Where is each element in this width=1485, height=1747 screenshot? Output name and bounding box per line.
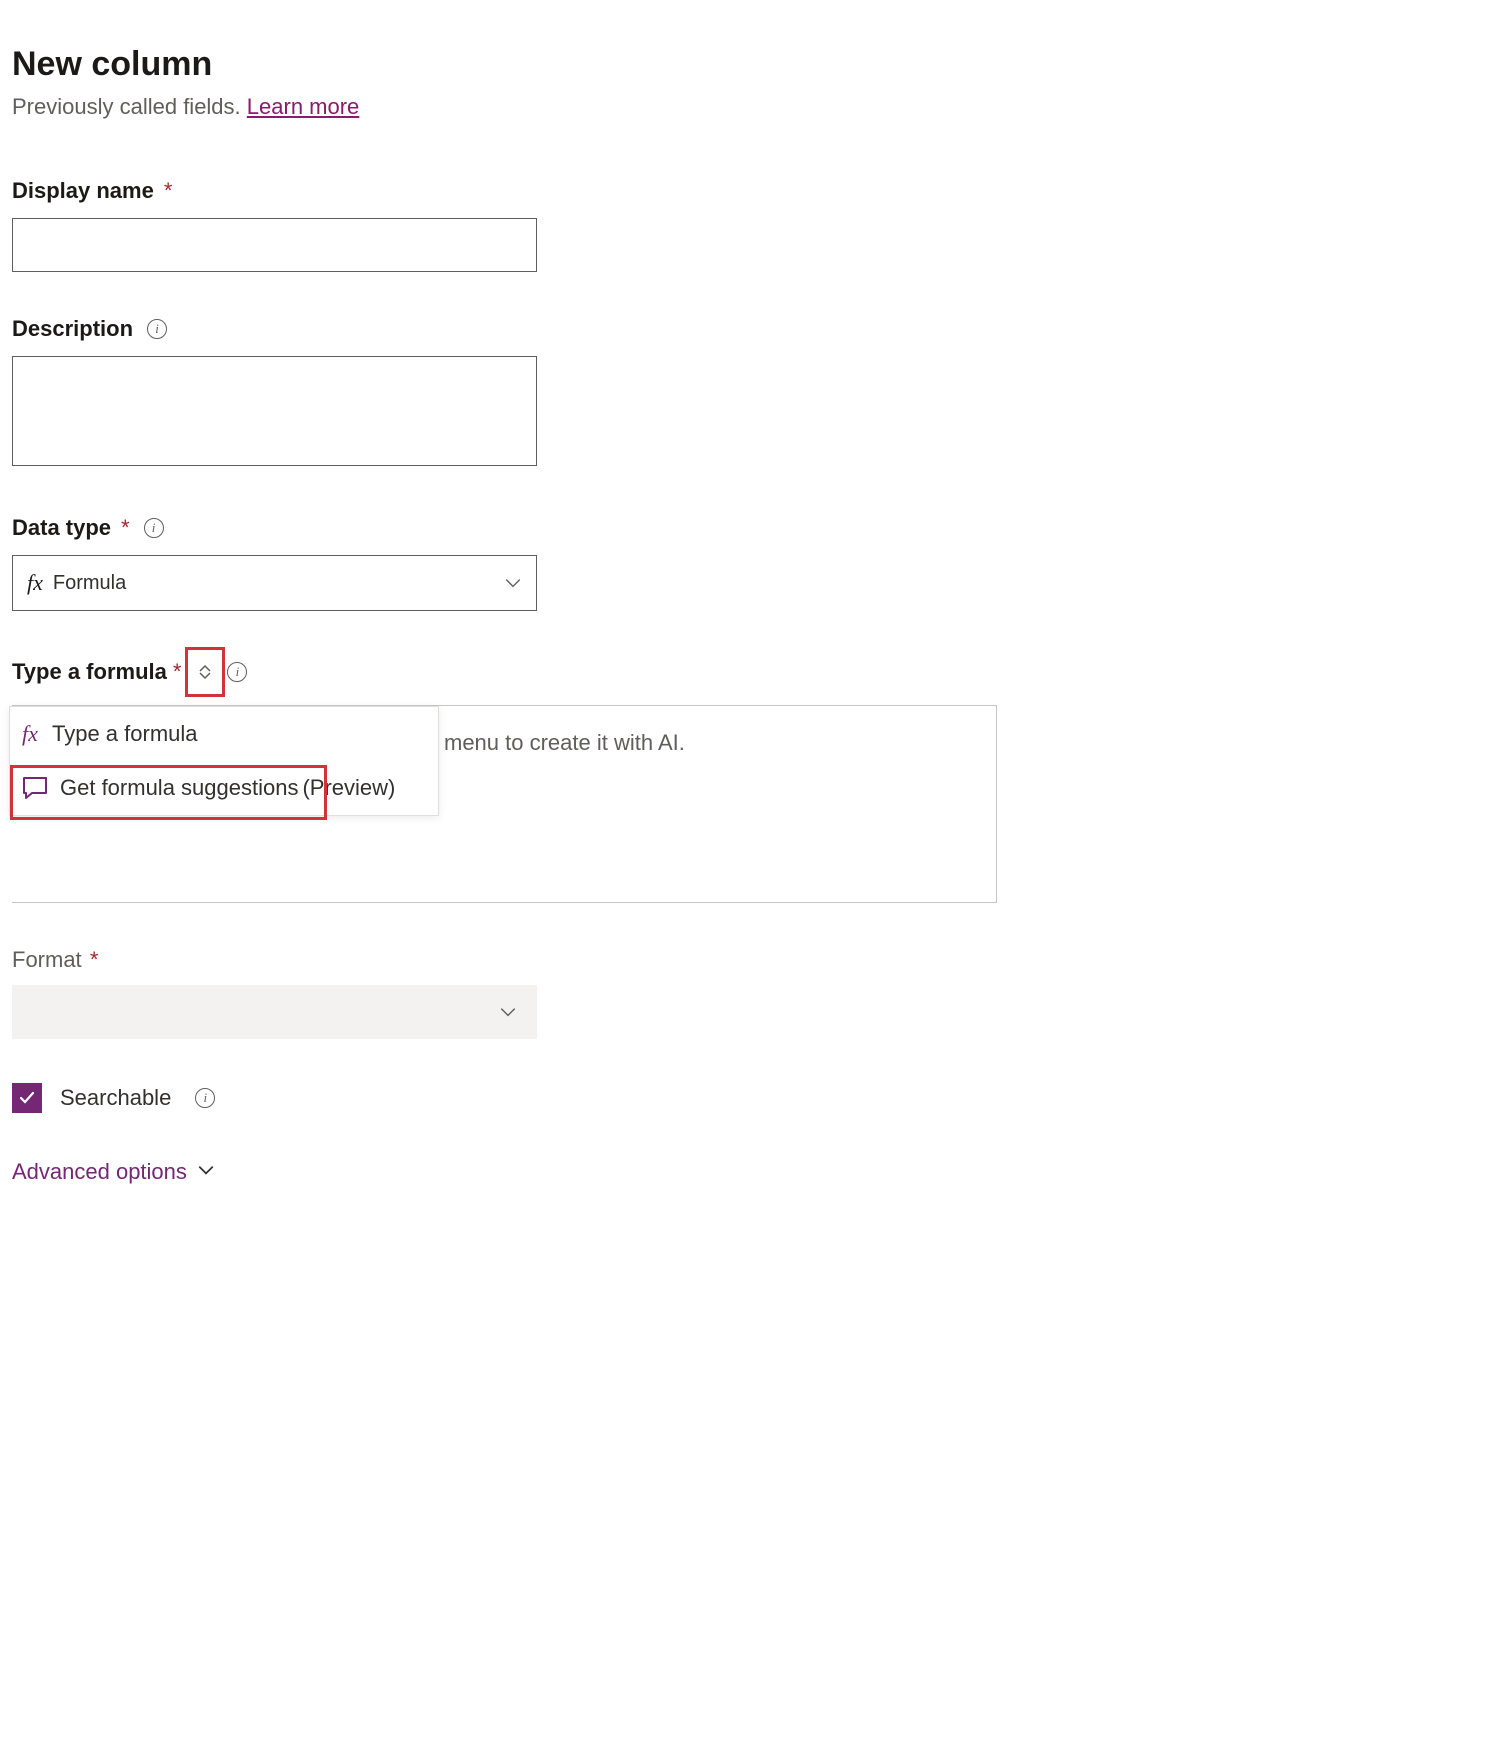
info-icon[interactable]: i xyxy=(144,518,164,538)
data-type-select[interactable]: fx Formula xyxy=(12,555,537,611)
info-icon[interactable]: i xyxy=(227,662,247,682)
required-asterisk: * xyxy=(121,515,130,541)
display-name-label: Display name * xyxy=(12,178,1473,204)
format-label: Format * xyxy=(12,947,1473,973)
formula-dropdown-menu: fx Type a formula Get formula suggestion… xyxy=(9,706,439,816)
required-asterisk: * xyxy=(90,947,99,972)
formula-menu-toggle[interactable] xyxy=(185,647,225,697)
advanced-options-label: Advanced options xyxy=(12,1159,187,1185)
data-type-label: Data type * i xyxy=(12,515,1473,541)
learn-more-link[interactable]: Learn more xyxy=(247,94,360,119)
advanced-options-toggle[interactable]: Advanced options xyxy=(12,1159,1473,1185)
searchable-checkbox[interactable] xyxy=(12,1083,42,1113)
menu-item-get-suggestions-label: Get formula suggestions xyxy=(60,775,298,801)
data-type-value: Formula xyxy=(53,572,126,595)
description-input[interactable] xyxy=(12,356,537,466)
display-name-input[interactable] xyxy=(12,218,537,272)
description-label: Description i xyxy=(12,316,1473,342)
formula-input-area[interactable]: menu to create it with AI. fx Type a for… xyxy=(12,705,997,903)
required-asterisk: * xyxy=(164,178,173,204)
page-title: New column xyxy=(12,45,1473,84)
up-down-icon xyxy=(199,664,211,680)
fx-icon: fx xyxy=(22,721,52,747)
searchable-label: Searchable xyxy=(60,1085,171,1111)
page-subtitle: Previously called fields. Learn more xyxy=(12,94,1473,120)
format-select[interactable] xyxy=(12,985,537,1039)
display-name-label-text: Display name xyxy=(12,178,154,204)
data-type-label-text: Data type xyxy=(12,515,111,541)
chat-icon xyxy=(22,776,50,800)
menu-item-type-formula-label: Type a formula xyxy=(52,721,198,747)
format-label-text: Format xyxy=(12,947,82,972)
menu-item-type-formula[interactable]: fx Type a formula xyxy=(10,707,438,761)
formula-label: Type a formula * i xyxy=(12,647,1473,697)
subtitle-text: Previously called fields. xyxy=(12,94,247,119)
menu-item-get-suggestions[interactable]: Get formula suggestions (Preview) xyxy=(10,761,438,815)
preview-badge: (Preview) xyxy=(302,775,395,801)
info-icon[interactable]: i xyxy=(147,319,167,339)
info-icon[interactable]: i xyxy=(195,1088,215,1108)
formula-placeholder-text: menu to create it with AI. xyxy=(444,730,685,756)
fx-icon: fx xyxy=(27,570,43,596)
chevron-down-icon xyxy=(197,1159,215,1185)
chevron-down-icon xyxy=(499,1003,517,1021)
description-label-text: Description xyxy=(12,316,133,342)
formula-label-text: Type a formula xyxy=(12,659,167,685)
chevron-down-icon xyxy=(504,574,522,592)
required-asterisk: * xyxy=(173,659,182,685)
